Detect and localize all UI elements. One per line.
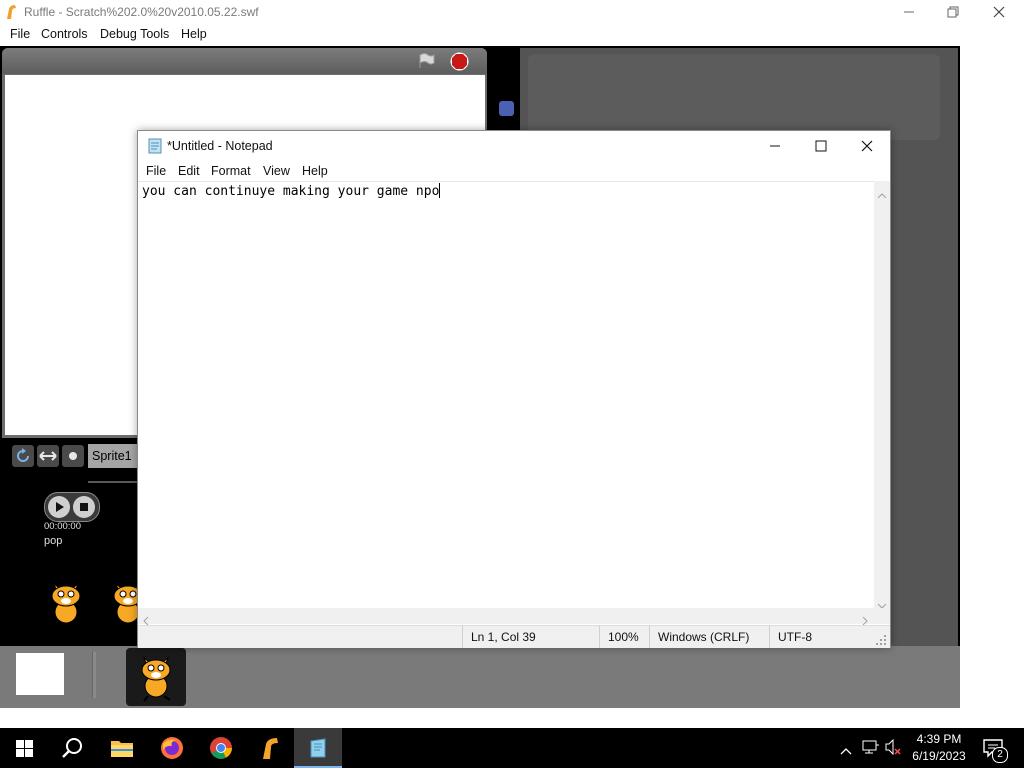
close-button[interactable] — [976, 0, 1022, 24]
cat-sprite-icon — [134, 652, 178, 702]
restore-button[interactable] — [930, 0, 976, 24]
stop-icon[interactable] — [73, 496, 95, 518]
status-position: Ln 1, Col 39 — [462, 626, 599, 648]
notepad-text-content[interactable]: you can continuye making your game npo — [142, 183, 441, 199]
search-icon[interactable] — [48, 728, 96, 768]
stop-sign-icon[interactable] — [450, 52, 469, 71]
text-caret — [439, 183, 441, 198]
chrome-icon[interactable] — [197, 728, 245, 768]
stage-toolbar — [2, 48, 487, 74]
notepad-taskbar-icon[interactable] — [294, 728, 342, 768]
menu-file[interactable]: File — [10, 27, 30, 41]
network-icon[interactable] — [862, 739, 880, 760]
firefox-icon[interactable] — [148, 728, 196, 768]
minimize-button[interactable] — [886, 0, 932, 24]
notepad-title-bar: *Untitled - Notepad — [138, 131, 890, 161]
notepad-title: *Untitled - Notepad — [167, 139, 273, 153]
status-zoom: 100% — [599, 626, 654, 648]
cat-sprite-icon[interactable] — [44, 578, 88, 628]
cat-sprite-icon[interactable] — [106, 578, 137, 628]
notepad-text: you can continuye making your game npo — [142, 184, 440, 199]
sound-name: pop — [44, 535, 63, 547]
notepad-icon — [147, 138, 163, 154]
notepad-close-button[interactable] — [844, 131, 890, 161]
status-encoding: UTF-8 — [769, 626, 878, 648]
notification-count-badge: 2 — [992, 747, 1008, 763]
volume-muted-icon[interactable] — [884, 738, 902, 760]
notepad-menu-bar: File Edit Format View Help — [138, 161, 890, 181]
file-explorer-icon[interactable] — [98, 728, 146, 768]
stage-thumbnail[interactable] — [16, 653, 64, 695]
menu-debug-tools[interactable]: Debug Tools — [100, 27, 169, 41]
scroll-up-icon[interactable] — [877, 186, 887, 204]
ruffle-logo-icon — [4, 4, 18, 20]
vertical-scrollbar[interactable] — [874, 181, 890, 609]
window-title: Ruffle - Scratch%202.0%20v2010.05.22.swf — [24, 5, 259, 19]
ruffle-icon[interactable] — [246, 728, 294, 768]
notepad-menu-file[interactable]: File — [146, 164, 166, 178]
menu-help[interactable]: Help — [181, 27, 207, 41]
menu-controls[interactable]: Controls — [41, 27, 88, 41]
divider — [92, 652, 96, 698]
rotate-icon[interactable] — [12, 445, 34, 467]
divider — [88, 481, 138, 483]
no-rotate-icon[interactable] — [62, 445, 84, 467]
ruffle-menu-bar: File Controls Debug Tools Help — [0, 24, 1024, 46]
color-block-icon[interactable] — [499, 101, 514, 116]
sound-time: 00:00:00 — [44, 521, 81, 532]
scripts-area-header — [528, 54, 940, 140]
clock-date[interactable]: 6/19/2023 — [902, 749, 976, 763]
notification-center-icon[interactable]: 2 — [982, 738, 1008, 763]
notepad-menu-format[interactable]: Format — [211, 164, 251, 178]
clock-time[interactable]: 4:39 PM — [902, 732, 976, 746]
sprite-thumbnail[interactable] — [126, 648, 186, 706]
notepad-menu-help[interactable]: Help — [302, 164, 328, 178]
scrollbar-corner — [874, 608, 890, 624]
notepad-maximize-button[interactable] — [798, 131, 844, 161]
chevron-up-icon[interactable] — [840, 742, 852, 760]
horizontal-scrollbar[interactable] — [138, 608, 874, 626]
notepad-status-bar: Ln 1, Col 39 100% Windows (CRLF) UTF-8 — [138, 625, 890, 648]
resize-grip-icon[interactable] — [876, 634, 886, 648]
green-flag-icon[interactable] — [416, 52, 436, 70]
sound-player — [44, 492, 100, 522]
play-icon[interactable] — [48, 496, 70, 518]
ruffle-title-bar: Ruffle - Scratch%202.0%20v2010.05.22.swf — [0, 0, 1024, 24]
notepad-window: *Untitled - Notepad File Edit Format Vie… — [137, 130, 891, 648]
notepad-minimize-button[interactable] — [752, 131, 798, 161]
windows-start-icon[interactable] — [0, 728, 48, 768]
flip-horizontal-icon[interactable] — [37, 445, 59, 467]
status-line-ending: Windows (CRLF) — [649, 626, 770, 648]
notepad-text-area[interactable]: you can continuye making your game npo — [138, 181, 874, 609]
notepad-menu-edit[interactable]: Edit — [178, 164, 200, 178]
notepad-menu-view[interactable]: View — [263, 164, 290, 178]
sprite-name-field[interactable]: Sprite1 — [88, 444, 142, 468]
